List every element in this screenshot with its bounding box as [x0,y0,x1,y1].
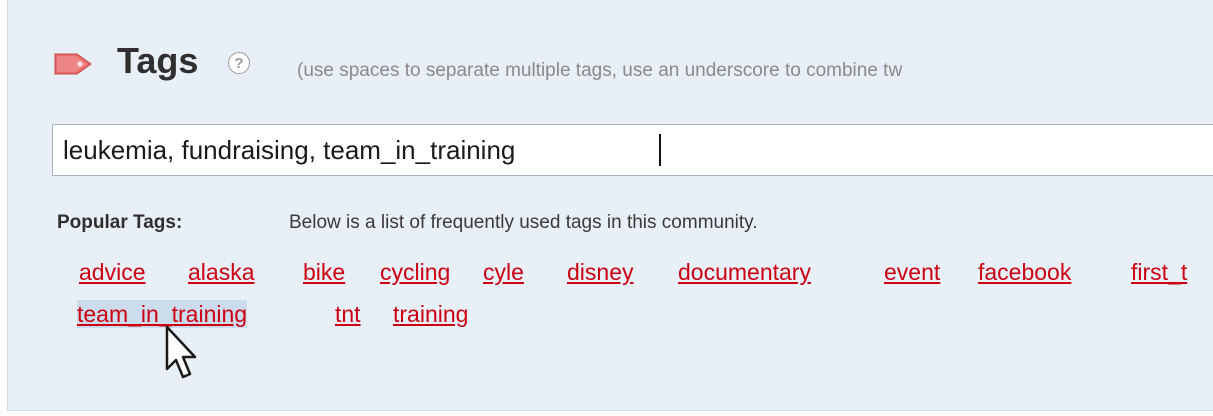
tag-link-disney[interactable]: disney [567,258,633,286]
tag-link-training[interactable]: training [393,300,468,328]
mouse-pointer-icon [165,325,197,379]
tags-title: Tags [117,40,199,81]
tag-link-bike[interactable]: bike [303,258,345,286]
tag-link-team-in-training[interactable]: team_in_training [77,300,248,328]
tag-link-event[interactable]: event [884,258,940,286]
help-icon[interactable]: ? [228,52,250,74]
tag-link-advice[interactable]: advice [79,258,145,286]
popular-tags-label: Popular Tags: [57,212,183,233]
tag-link-first-t[interactable]: first_t [1131,258,1187,286]
tag-link-facebook[interactable]: facebook [978,258,1071,286]
text-caret [659,134,661,166]
tag-link-cyle[interactable]: cyle [483,258,524,286]
tag-link-cycling[interactable]: cycling [380,258,450,286]
tags-panel: Tags ? (use spaces to separate multiple … [7,0,1213,411]
tags-hint: (use spaces to separate multiple tags, u… [297,60,903,81]
tags-input[interactable] [52,124,1213,176]
tag-link-tnt[interactable]: tnt [335,300,361,328]
tag-link-alaska[interactable]: alaska [188,258,254,286]
popular-tags-description: Below is a list of frequently used tags … [289,212,758,233]
tag-link-documentary[interactable]: documentary [678,258,811,286]
tag-icon [54,53,92,75]
